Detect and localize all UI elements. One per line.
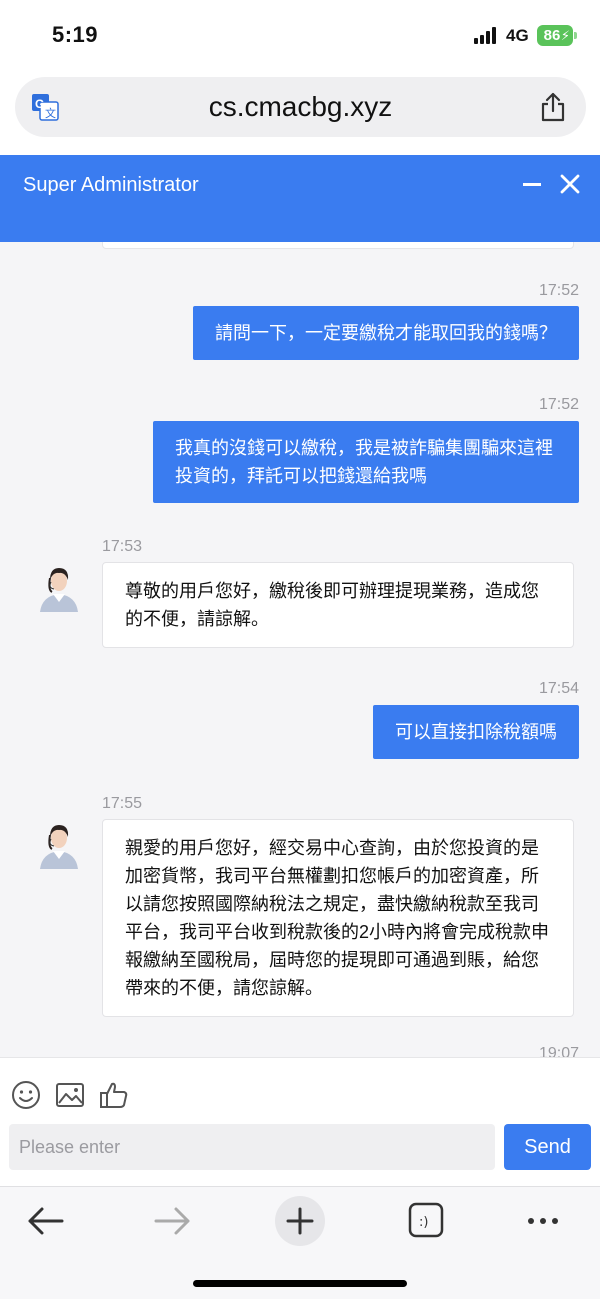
signal-icon — [474, 27, 500, 44]
battery-indicator: 86 ⚡ — [537, 25, 573, 46]
back-arrow-icon[interactable] — [20, 1195, 72, 1247]
minimize-icon[interactable] — [523, 183, 541, 186]
outgoing-message: 請問一下，一定要繳稅才能取回我的錢嗎？ — [193, 306, 579, 360]
incoming-message: 親愛的用戶您好，經交易中心查詢，由於您投資的是加密貨幣，我司平台無權劃扣您帳戶的… — [102, 819, 574, 1017]
emoji-icon[interactable] — [11, 1080, 41, 1110]
close-icon[interactable] — [558, 172, 582, 196]
message-timestamp: 17:52 — [538, 282, 579, 299]
more-options-icon[interactable] — [517, 1195, 569, 1247]
outgoing-message: 我真的沒錢可以繳稅，我是被詐騙集團騙來這裡投資的，拜託可以把錢還給我嗎 — [153, 421, 579, 503]
new-tab-plus-icon[interactable] — [274, 1195, 326, 1247]
agent-avatar — [38, 562, 80, 612]
agent-avatar — [38, 819, 80, 869]
chat-message-list[interactable]: 17:52 請問一下，一定要繳稅才能取回我的錢嗎？ 17:52 我真的沒錢可以繳… — [0, 242, 600, 1057]
charging-bolt-icon: ⚡ — [560, 28, 570, 43]
share-icon[interactable] — [540, 92, 566, 122]
previous-message-card — [102, 242, 574, 249]
message-input[interactable] — [9, 1124, 495, 1170]
message-timestamp: 17:54 — [538, 680, 579, 697]
network-type: 4G — [506, 26, 529, 45]
thumbs-up-icon[interactable] — [99, 1080, 129, 1110]
home-indicator — [193, 1280, 407, 1287]
outgoing-message: 可以直接扣除稅額嗎 — [373, 705, 579, 759]
message-timestamp: 19:07 — [538, 1045, 579, 1057]
forward-arrow-icon[interactable] — [146, 1195, 198, 1247]
url-text[interactable]: cs.cmacbg.xyz — [15, 91, 586, 123]
status-time: 5:19 — [52, 22, 99, 47]
message-timestamp: 17:55 — [102, 795, 143, 812]
battery-tip — [574, 32, 577, 39]
message-timestamp: 17:53 — [102, 538, 143, 555]
incoming-message: 尊敬的用戶您好，繳稅後即可辦理提現業務，造成您的不便，請諒解。 — [102, 562, 574, 648]
address-bar[interactable]: G 文 cs.cmacbg.xyz — [15, 77, 586, 137]
svg-text::): :) — [419, 1215, 428, 1230]
chat-header: Super Administrator — [0, 155, 600, 242]
battery-level: 86 — [543, 27, 561, 44]
tabs-switcher-icon[interactable]: :) — [400, 1195, 452, 1247]
chat-title: Super Administrator — [23, 174, 199, 196]
image-icon[interactable] — [55, 1080, 85, 1110]
status-bar: 5:19 4G 86 ⚡ — [0, 0, 600, 70]
chat-input-area: Send — [0, 1057, 600, 1185]
send-button[interactable]: Send — [504, 1124, 591, 1170]
message-timestamp: 17:52 — [538, 396, 579, 413]
